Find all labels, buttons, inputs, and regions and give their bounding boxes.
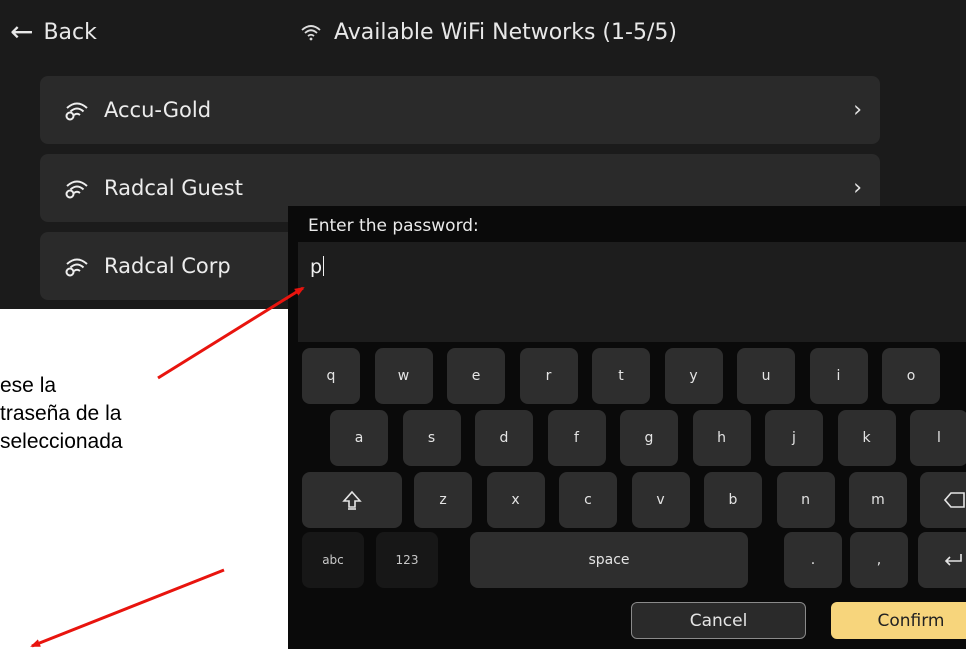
- chevron-right-icon: ›: [853, 175, 862, 201]
- key-t[interactable]: t: [592, 348, 650, 404]
- key-h[interactable]: h: [692, 410, 751, 466]
- password-value: p: [310, 256, 323, 278]
- comma-key[interactable]: ,: [850, 532, 908, 588]
- annotation-line: traseña de la: [0, 402, 122, 425]
- back-label: Back: [43, 19, 97, 45]
- key-c[interactable]: c: [559, 472, 617, 528]
- network-name: Radcal Guest: [104, 176, 243, 200]
- enter-icon: [944, 554, 962, 566]
- key-l[interactable]: l: [910, 410, 966, 466]
- enter-key[interactable]: [918, 532, 966, 588]
- shift-key[interactable]: [302, 472, 402, 528]
- key-f[interactable]: f: [547, 410, 606, 466]
- key-y[interactable]: y: [664, 348, 723, 404]
- key-v[interactable]: v: [631, 472, 690, 528]
- password-dialog: Enter the password: p qwertyuio asdfghjkl…: [288, 206, 966, 649]
- key-u[interactable]: u: [737, 348, 795, 404]
- key-o[interactable]: o: [882, 348, 940, 404]
- key-x[interactable]: x: [486, 472, 545, 528]
- shift-icon: [342, 490, 362, 510]
- key-n[interactable]: n: [776, 472, 835, 528]
- key-r[interactable]: r: [519, 348, 578, 404]
- back-arrow-icon: ←: [10, 15, 34, 48]
- network-name: Radcal Corp: [104, 254, 231, 278]
- back-button[interactable]: ← Back: [10, 12, 97, 52]
- backspace-icon: [944, 492, 965, 508]
- key-j[interactable]: j: [765, 410, 823, 466]
- key-m[interactable]: m: [849, 472, 907, 528]
- key-s[interactable]: s: [402, 410, 461, 466]
- key-g[interactable]: g: [620, 410, 678, 466]
- top-bar: ← Back Available WiFi Networks (1-5/5): [0, 0, 966, 64]
- space-key[interactable]: space: [470, 532, 748, 588]
- annotation-arrow: [30, 568, 225, 648]
- key-q[interactable]: q: [302, 348, 360, 404]
- confirm-button[interactable]: Confirm: [831, 602, 966, 639]
- key-b[interactable]: b: [704, 472, 762, 528]
- password-input[interactable]: p: [298, 242, 966, 342]
- wifi-icon: [300, 23, 322, 41]
- annotation-line: seleccionada: [0, 430, 123, 453]
- key-d[interactable]: d: [475, 410, 533, 466]
- key-w[interactable]: w: [374, 348, 433, 404]
- key-k[interactable]: k: [837, 410, 896, 466]
- password-prompt: Enter the password:: [308, 216, 479, 236]
- abc-key[interactable]: abc: [302, 532, 364, 588]
- key-a[interactable]: a: [330, 410, 388, 466]
- annotation-line: ese la: [0, 374, 57, 397]
- key-z[interactable]: z: [414, 472, 472, 528]
- page-title-text: Available WiFi Networks (1-5/5): [334, 19, 677, 45]
- network-item-accu-gold[interactable]: Accu-Gold ›: [40, 76, 880, 144]
- annotation-text: ese la traseña de la seleccionada: [0, 372, 260, 456]
- period-key[interactable]: .: [784, 532, 842, 588]
- page-title: Available WiFi Networks (1-5/5): [300, 12, 677, 52]
- 123-key[interactable]: 123: [376, 532, 438, 588]
- text-caret: [323, 256, 325, 276]
- network-name: Accu-Gold: [104, 98, 212, 122]
- cancel-button[interactable]: Cancel: [631, 602, 806, 639]
- chevron-right-icon: ›: [853, 97, 862, 123]
- wifi-locked-icon: [64, 177, 90, 199]
- backspace-key[interactable]: [920, 472, 966, 528]
- wifi-locked-icon: [64, 99, 90, 121]
- key-i[interactable]: i: [809, 348, 868, 404]
- wifi-locked-icon: [64, 255, 90, 277]
- key-e[interactable]: e: [447, 348, 505, 404]
